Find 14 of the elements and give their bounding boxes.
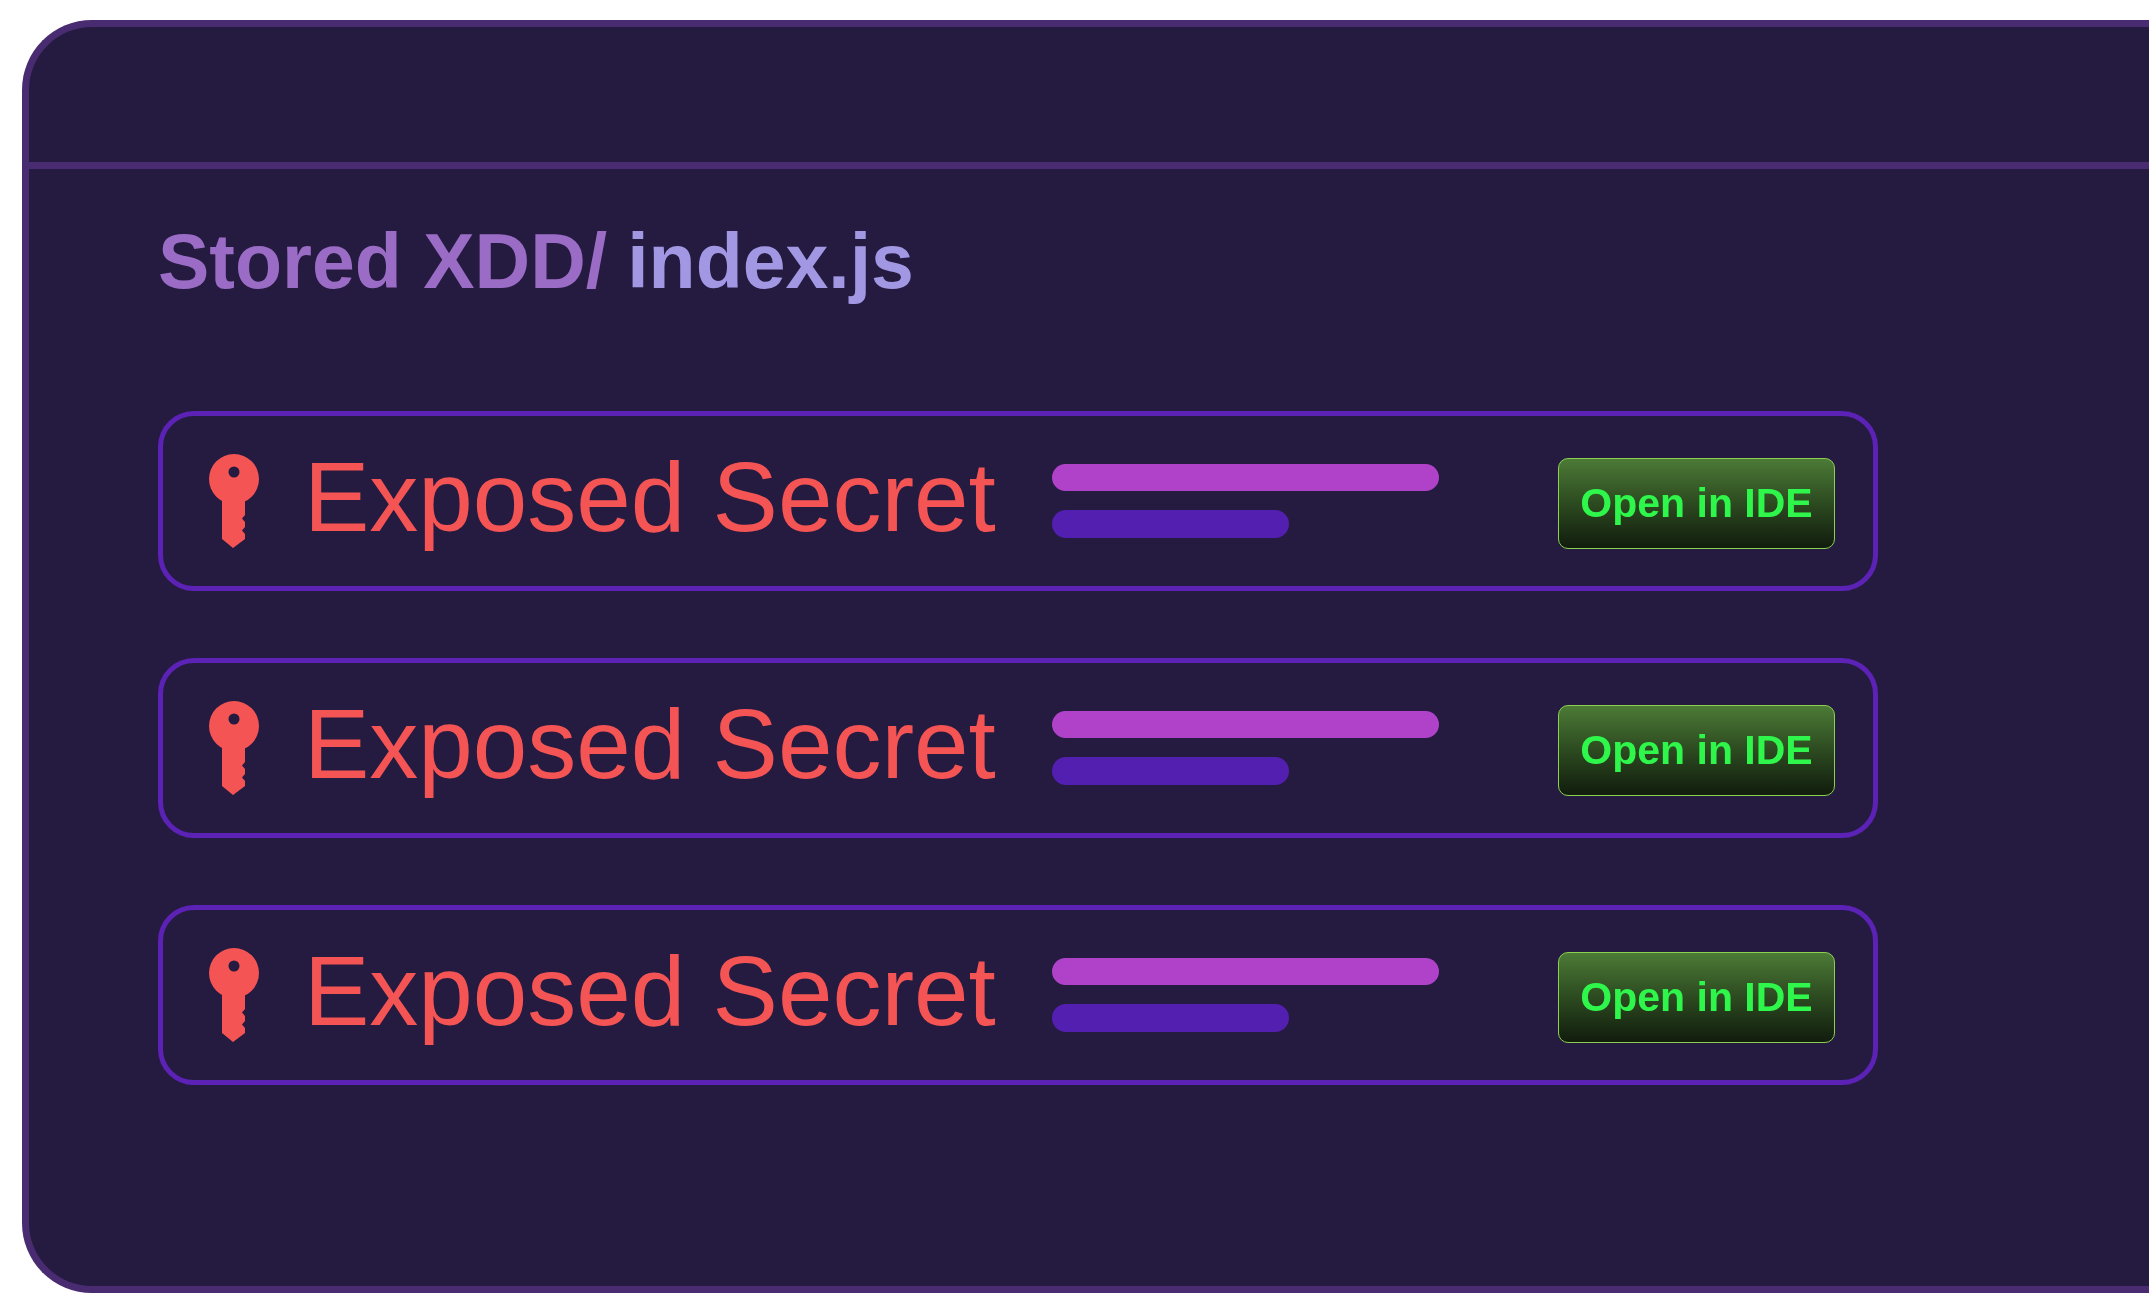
finding-title: Exposed Secret xyxy=(304,441,996,555)
key-icon xyxy=(208,700,260,795)
folder-path: Stored XDD/ xyxy=(158,217,608,306)
key-icon xyxy=(208,453,260,548)
open-in-ide-button[interactable]: Open in IDE xyxy=(1558,952,1835,1044)
open-in-ide-button[interactable]: Open in IDE xyxy=(1558,705,1835,797)
file-name: index.js xyxy=(627,217,914,306)
skeleton-lines-icon xyxy=(1051,463,1439,538)
finding-title: Exposed Secret xyxy=(304,688,996,802)
open-in-ide-button[interactable]: Open in IDE xyxy=(1558,458,1835,550)
skeleton-lines-icon xyxy=(1051,957,1439,1032)
key-icon xyxy=(208,947,260,1042)
skeleton-lines-icon xyxy=(1051,710,1439,785)
finding-title: Exposed Secret xyxy=(304,935,996,1049)
